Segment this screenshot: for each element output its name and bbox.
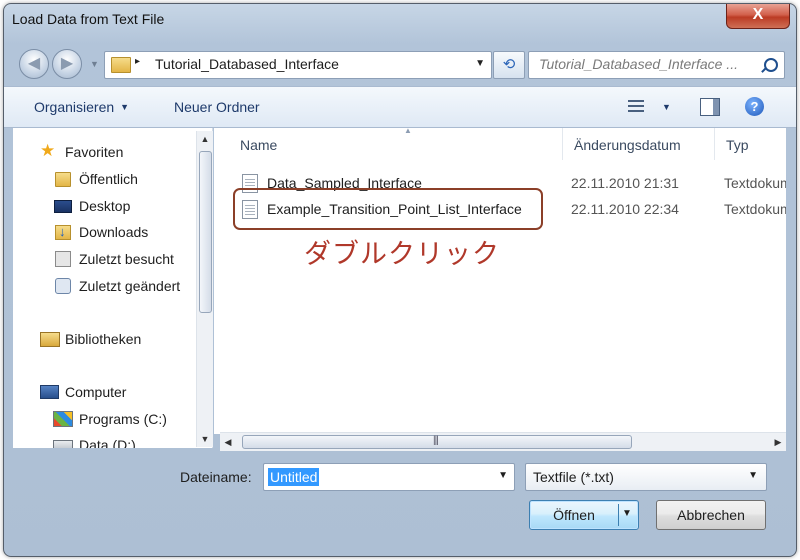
- view-options-icon[interactable]: [628, 100, 644, 112]
- help-icon[interactable]: ?: [745, 97, 764, 116]
- arrow-right-icon: ▶: [60, 55, 74, 72]
- folder-icon: [55, 172, 71, 187]
- nav-item-label: Zuletzt besucht: [79, 251, 174, 267]
- scroll-thumb[interactable]: |||: [242, 435, 632, 449]
- refresh-button[interactable]: ⟲: [493, 51, 525, 79]
- scroll-left-icon[interactable]: ◀: [220, 434, 236, 450]
- organize-menu[interactable]: Organisieren ▼: [34, 99, 129, 115]
- file-list-scrollbar[interactable]: ◀ ||| ▶: [220, 432, 786, 451]
- scroll-down-icon[interactable]: ▼: [197, 431, 213, 447]
- star-icon: ★: [40, 141, 56, 160]
- nav-item-label: Programs (C:): [79, 411, 167, 427]
- forward-button[interactable]: ▶: [52, 49, 82, 79]
- address-bar[interactable]: ▸ Tutorial_Databased_Interface ▼: [104, 51, 492, 79]
- open-label: Öffnen: [553, 507, 595, 523]
- column-header-date[interactable]: Änderungsdatum: [562, 128, 715, 160]
- close-button[interactable]: X: [726, 4, 790, 29]
- arrow-left-icon: ◀: [27, 55, 41, 72]
- cancel-label: Abbrechen: [677, 507, 745, 523]
- nav-pane-scrollbar[interactable]: ▲ ▼: [196, 131, 213, 447]
- filename-input[interactable]: Untitled ▼: [263, 463, 515, 491]
- file-date: 22.11.2010 21:31: [571, 175, 679, 191]
- nav-item-label: Downloads: [79, 224, 149, 240]
- chevron-down-icon[interactable]: ▼: [662, 102, 671, 112]
- desktop-icon: [54, 200, 72, 213]
- back-button[interactable]: ◀: [19, 49, 49, 79]
- downloads-icon: [55, 224, 71, 240]
- filename-label: Dateiname:: [180, 469, 252, 485]
- chevron-down-icon[interactable]: ▼: [475, 58, 485, 69]
- file-type: Textdokument: [724, 175, 786, 191]
- breadcrumb-current-folder[interactable]: Tutorial_Databased_Interface: [155, 56, 339, 72]
- computer-icon: [40, 385, 59, 399]
- window-title: Load Data from Text File: [12, 11, 165, 27]
- highlight-box: [233, 188, 543, 230]
- search-box[interactable]: Tutorial_Databased_Interface ...: [528, 51, 785, 79]
- navigation-pane: ★Favoriten Öffentlich Desktop Downloads …: [13, 128, 213, 448]
- nav-item-label: Desktop: [79, 198, 131, 214]
- scroll-right-icon[interactable]: ▶: [770, 434, 786, 450]
- folder-icon: [111, 57, 131, 73]
- windows-drive-icon: [53, 411, 73, 427]
- search-placeholder: Tutorial_Databased_Interface ...: [539, 56, 738, 72]
- path-separator[interactable]: ▸: [135, 56, 140, 67]
- annotation-label: ダブルクリック: [304, 239, 500, 270]
- nav-item-label: Zuletzt geändert: [79, 278, 181, 294]
- filetype-select[interactable]: Textfile (*.txt) ▼: [525, 463, 767, 491]
- scroll-up-icon[interactable]: ▲: [197, 131, 213, 147]
- open-options-icon[interactable]: ▼: [622, 508, 632, 519]
- chevron-down-icon: ▼: [120, 102, 130, 112]
- column-header-label: Name: [240, 137, 278, 153]
- new-folder-button[interactable]: Neuer Ordner: [174, 99, 260, 115]
- nav-item-label: Favoriten: [65, 144, 124, 160]
- recently-changed-icon: [55, 278, 71, 294]
- column-header-label: Typ: [726, 137, 749, 153]
- nav-item-label: Data (D:): [79, 437, 136, 448]
- file-list: Name ▲ Änderungsdatum Typ Data_Sampled_In…: [214, 128, 786, 434]
- column-header-name[interactable]: Name ▲: [228, 128, 563, 160]
- nav-item-label: Computer: [65, 384, 127, 400]
- recent-places-icon: [55, 251, 71, 267]
- libraries-icon: [40, 332, 60, 347]
- column-header-type[interactable]: Typ: [714, 128, 786, 160]
- file-date: 22.11.2010 22:34: [571, 201, 679, 217]
- cancel-button[interactable]: Abbrechen: [656, 500, 766, 530]
- open-button[interactable]: Öffnen ▼: [529, 500, 639, 530]
- command-bar: Organisieren ▼ Neuer Ordner ▼ ?: [4, 86, 796, 128]
- sort-ascending-icon: ▲: [404, 128, 412, 135]
- preview-pane-icon[interactable]: [700, 98, 720, 116]
- chevron-down-icon[interactable]: ▼: [498, 470, 508, 481]
- recent-locations-dropdown[interactable]: ▼: [90, 59, 99, 69]
- nav-item-label: Öffentlich: [79, 171, 138, 187]
- file-type: Textdokument: [724, 201, 786, 217]
- filetype-value: Textfile (*.txt): [533, 469, 614, 485]
- column-header-label: Änderungsdatum: [574, 137, 681, 153]
- search-icon[interactable]: [764, 58, 778, 72]
- filename-value[interactable]: Untitled: [268, 468, 320, 486]
- dialog-window: Load Data from Text File X ◀ ▶ ▼ ▸ Tutor…: [3, 3, 797, 557]
- chevron-down-icon[interactable]: ▼: [748, 470, 758, 481]
- organize-label: Organisieren: [34, 99, 115, 115]
- nav-item-label: Bibliotheken: [65, 331, 142, 347]
- scroll-thumb[interactable]: [199, 151, 212, 313]
- drive-icon: [53, 440, 73, 448]
